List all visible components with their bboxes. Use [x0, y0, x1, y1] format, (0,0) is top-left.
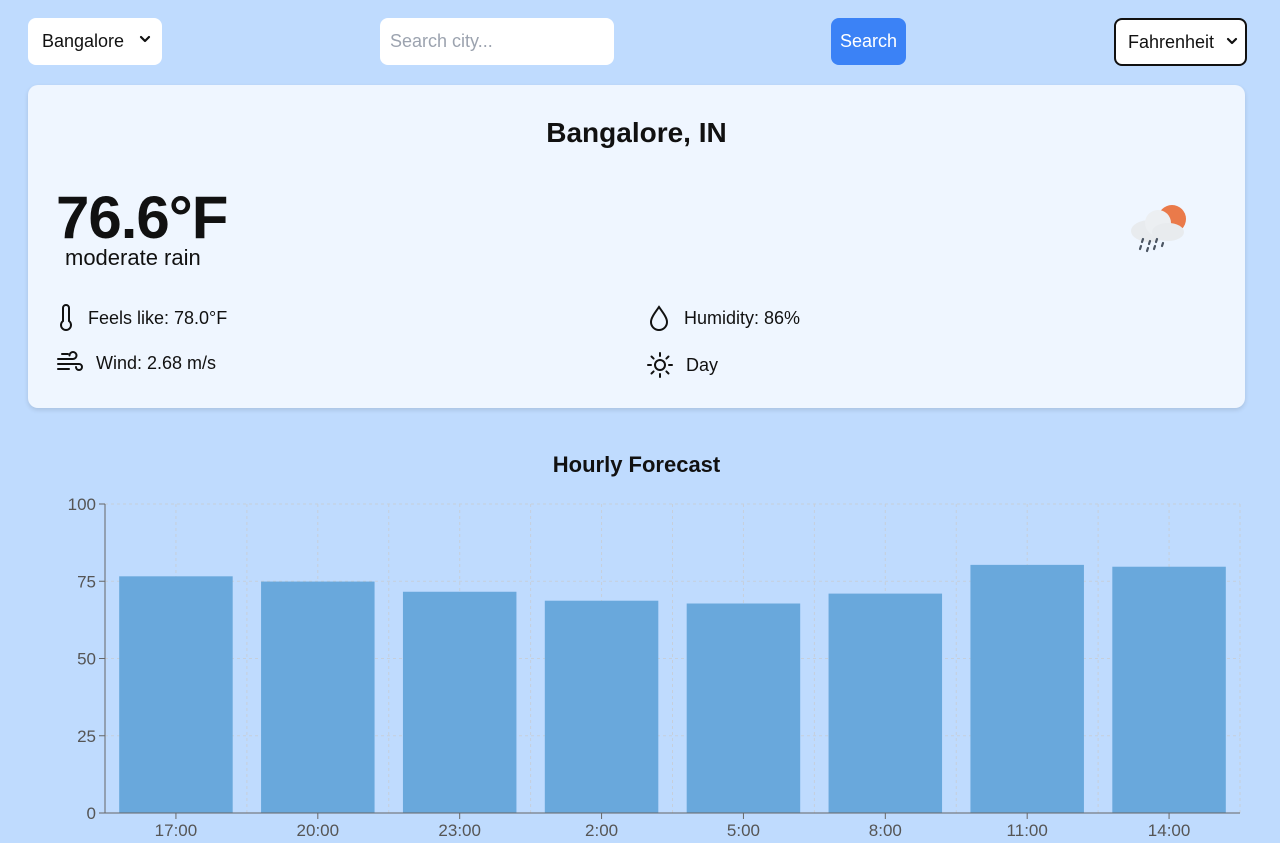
- chart-bar: [686, 603, 801, 813]
- wind-text: Wind: 2.68 m/s: [96, 352, 217, 373]
- chart-bar: [828, 593, 943, 813]
- chart-bar: [402, 591, 517, 813]
- search-button-label: Search: [839, 31, 898, 51]
- y-tick-label: 0: [87, 804, 96, 823]
- chart-bar: [544, 600, 659, 813]
- droplet-icon: [649, 305, 669, 331]
- search-placeholder: Search city...: [390, 31, 493, 51]
- temperature-value: 76.6°F: [56, 184, 228, 251]
- x-tick-label: 11:00: [1007, 821, 1048, 840]
- chart-bar: [119, 576, 233, 813]
- current-weather-card: Bangalore, IN 76.6°F moderate rain Feels…: [28, 85, 1245, 408]
- feels-like-text: Feels like: 78.0°F: [88, 307, 228, 328]
- sun-icon: [647, 352, 673, 378]
- y-tick-label: 50: [77, 650, 96, 669]
- wind-icon: [57, 351, 83, 371]
- feels-like-stat: Feels like: 78.0°F: [56, 304, 227, 332]
- x-tick-label: 14:00: [1148, 821, 1191, 840]
- city-select-value: Bangalore: [42, 31, 125, 51]
- x-tick-label: 5:00: [727, 821, 760, 840]
- day-night-text: Day: [686, 354, 719, 375]
- x-tick-label: 23:00: [438, 821, 481, 840]
- y-tick-label: 100: [68, 495, 96, 514]
- chart-title: Hourly Forecast: [552, 452, 721, 477]
- thermometer-icon: [60, 304, 72, 331]
- chevron-down-icon: [1226, 37, 1238, 45]
- x-tick-label: 2:00: [585, 821, 618, 840]
- wind-stat: Wind: 2.68 m/s: [56, 351, 216, 375]
- search-input[interactable]: Search city...: [380, 18, 614, 65]
- x-tick-label: 8:00: [869, 821, 902, 840]
- humidity-stat: Humidity: 86%: [646, 304, 800, 332]
- location-title: Bangalore, IN: [546, 117, 727, 148]
- chart-bar: [970, 564, 1084, 813]
- unit-select[interactable]: Fahrenheit: [1114, 18, 1247, 66]
- chevron-down-icon: [139, 35, 151, 43]
- day-night-stat: Day: [646, 351, 718, 379]
- y-tick-label: 75: [77, 572, 96, 591]
- hourly-forecast-chart: 0 25 50 75 100 17:00 20:00 23:00 2:00 5:00 8:00 11:…: [68, 495, 1241, 840]
- search-button[interactable]: Search: [831, 18, 906, 65]
- humidity-text: Humidity: 86%: [684, 307, 801, 328]
- chart-bar: [261, 581, 375, 813]
- city-select[interactable]: Bangalore: [28, 18, 162, 65]
- unit-select-value: Fahrenheit: [1128, 31, 1215, 52]
- weather-description: moderate rain: [65, 245, 201, 270]
- top-toolbar: Bangalore Search city... Search Fahrenhe…: [0, 0, 1280, 84]
- x-tick-label: 17:00: [155, 821, 198, 840]
- y-tick-label: 25: [77, 727, 96, 746]
- x-tick-label: 20:00: [297, 821, 340, 840]
- cloud-sun-rain-icon: [1131, 205, 1186, 253]
- chart-bar: [1112, 566, 1226, 813]
